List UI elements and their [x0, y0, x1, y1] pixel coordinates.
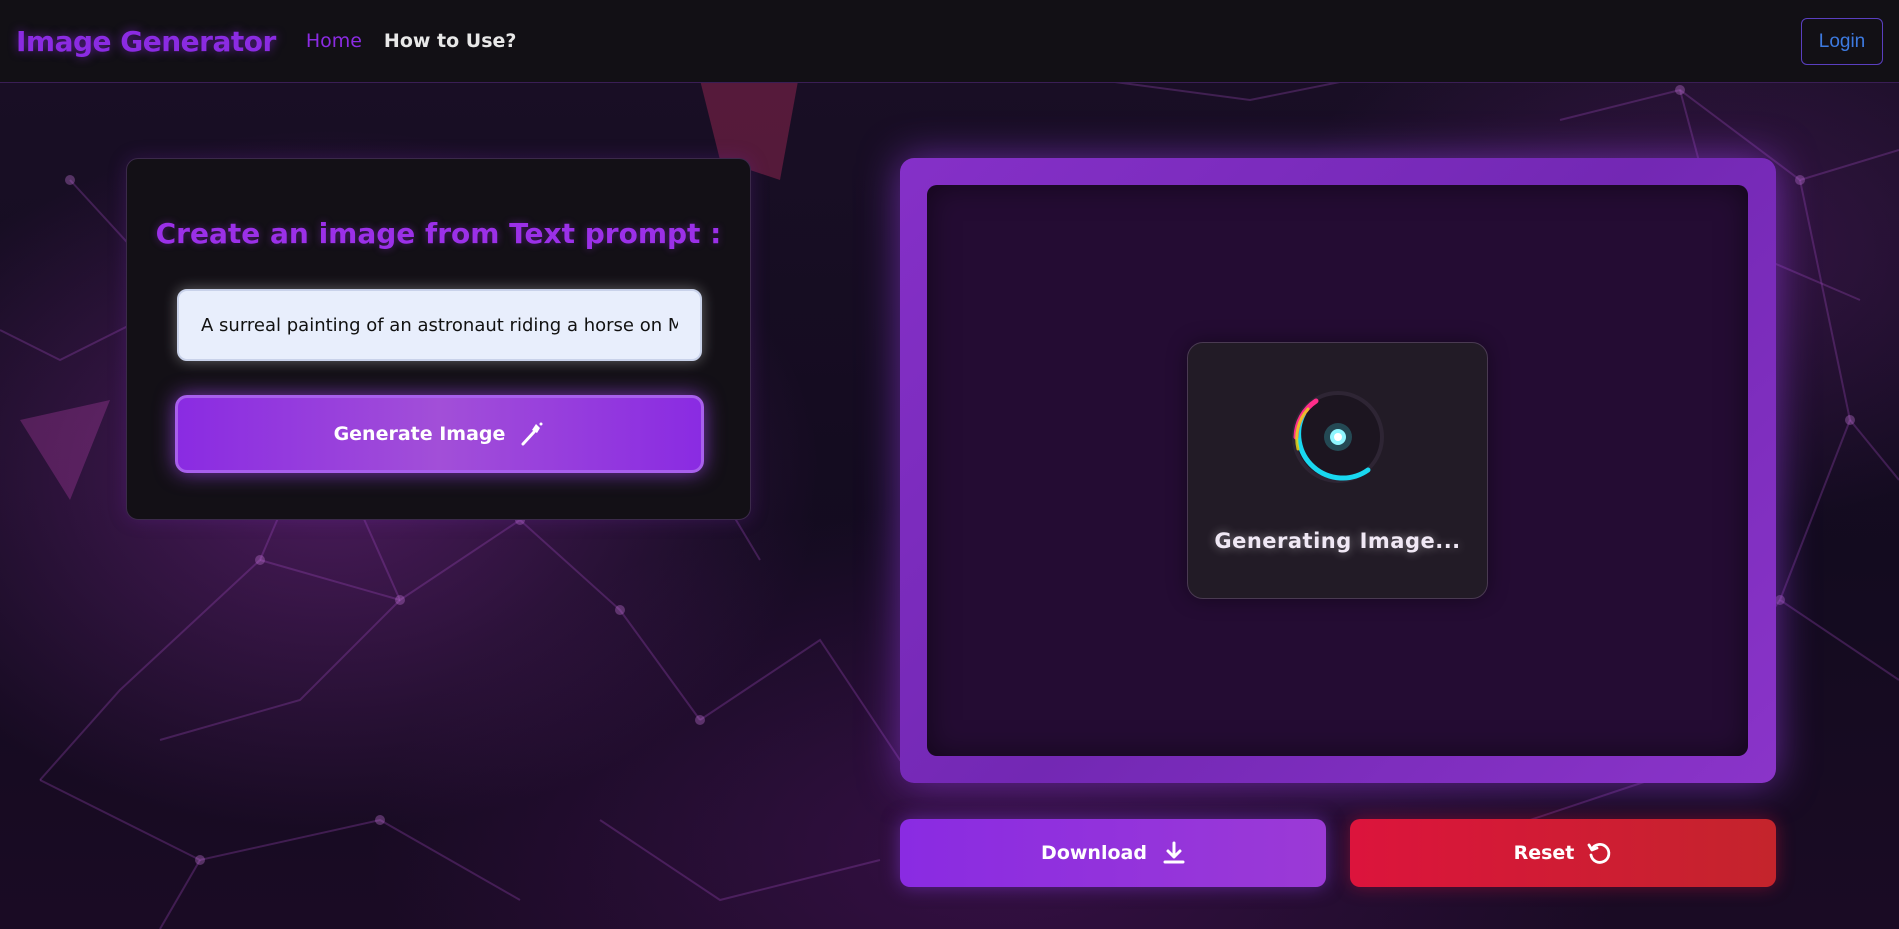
loading-card: Generating Image... [1187, 342, 1488, 599]
login-button[interactable]: Login [1801, 18, 1883, 65]
brand-title[interactable]: Image Generator [16, 25, 276, 58]
image-preview-area: Generating Image... [927, 185, 1748, 756]
download-icon [1163, 841, 1185, 865]
magic-wand-icon [519, 421, 545, 447]
generate-image-label: Generate Image [333, 423, 506, 445]
download-button[interactable]: Download [900, 819, 1326, 887]
prompt-input[interactable] [177, 289, 702, 361]
image-preview-frame: Generating Image... [900, 158, 1776, 783]
generate-image-button[interactable]: Generate Image [175, 395, 704, 473]
nav-links: Home How to Use? [306, 30, 517, 52]
nav-link-how-to-use[interactable]: How to Use? [384, 30, 517, 52]
prompt-title: Create an image from Text prompt : [155, 217, 722, 250]
reset-button[interactable]: Reset [1350, 819, 1776, 887]
reset-label: Reset [1513, 842, 1575, 864]
loading-spinner-icon [1286, 385, 1390, 489]
download-label: Download [1041, 842, 1147, 864]
nav-link-home[interactable]: Home [306, 30, 362, 52]
prompt-card: Create an image from Text prompt : Gener… [126, 158, 751, 520]
reset-icon [1586, 840, 1612, 866]
loading-status-text: Generating Image... [1214, 529, 1461, 553]
navbar: Image Generator Home How to Use? Login [0, 0, 1899, 83]
